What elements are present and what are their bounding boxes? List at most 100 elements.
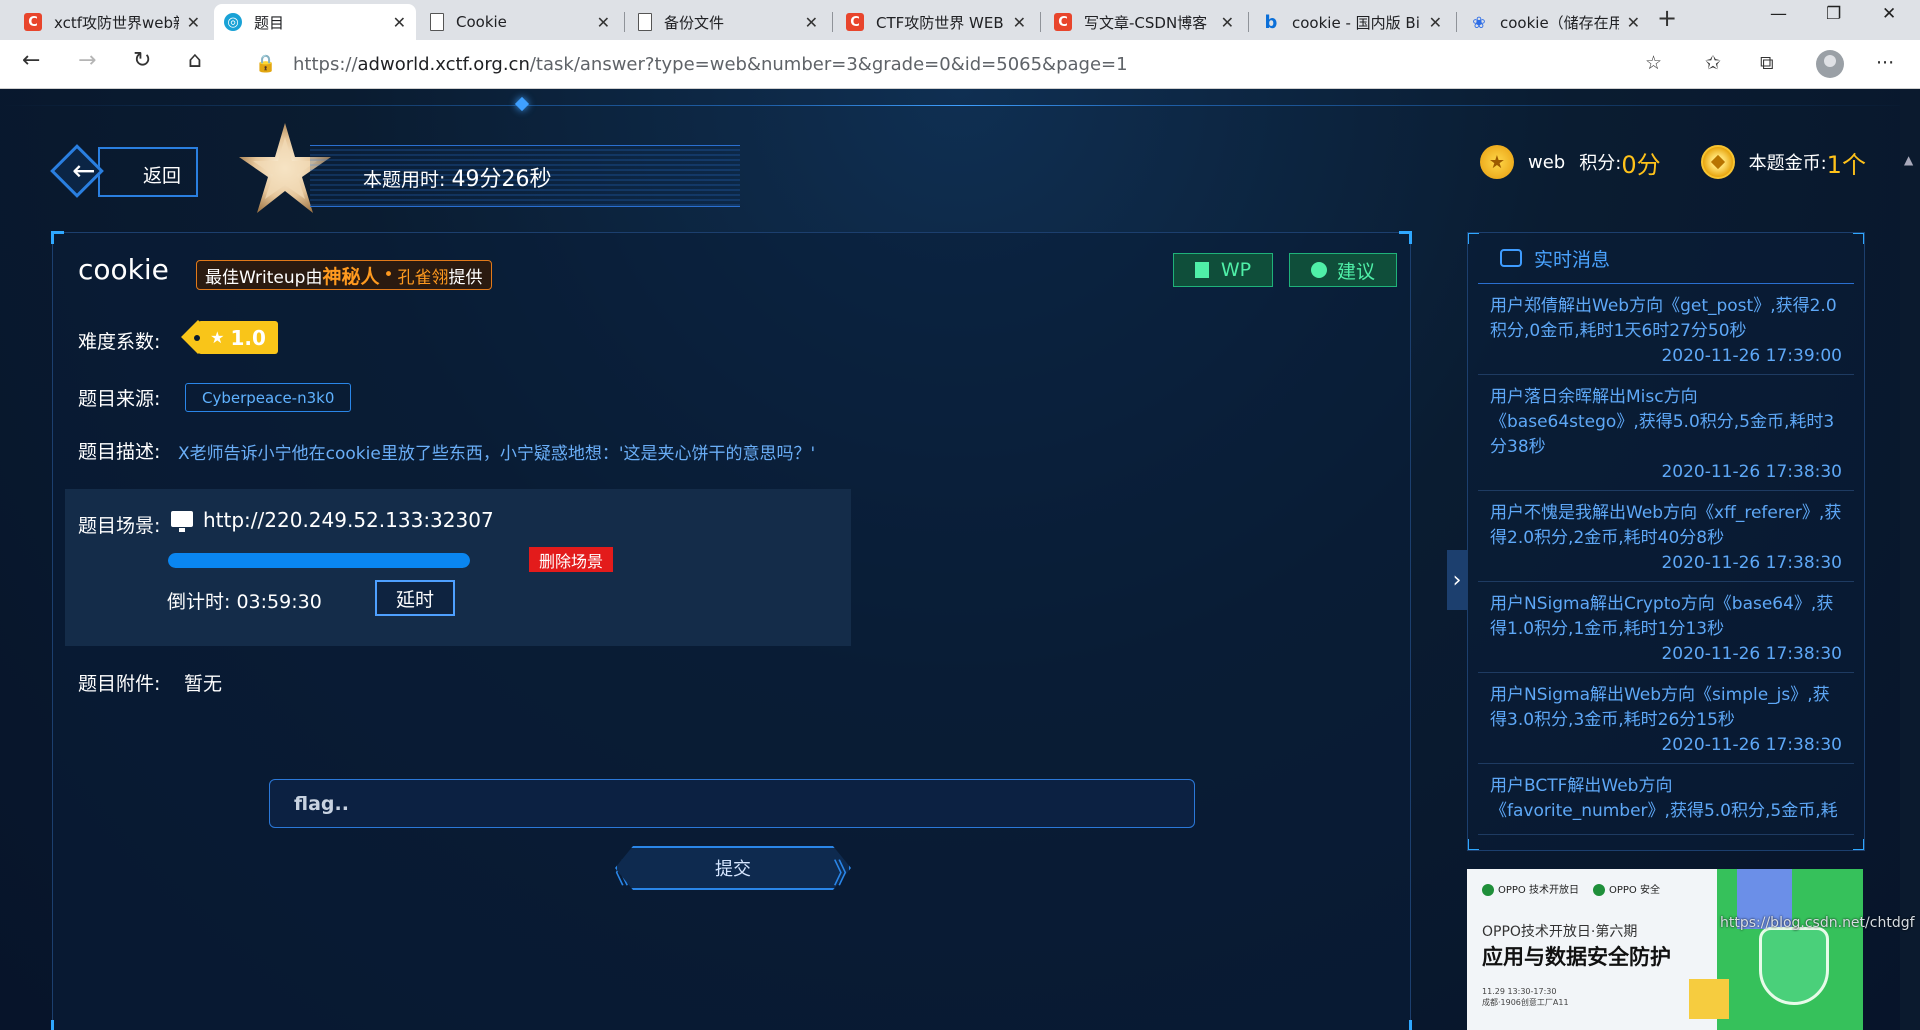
- watermark: https://blog.csdn.net/chtdgf: [1720, 915, 1915, 931]
- decor-line: [0, 105, 1920, 106]
- list-item: 用户落日余晖解出Misc方向《base64stego》,获得5.0积分,5金币,…: [1478, 375, 1854, 491]
- scroll-up-icon[interactable]: ▲: [1904, 153, 1913, 167]
- score-value: 0分: [1621, 150, 1661, 179]
- close-icon[interactable]: ✕: [187, 13, 200, 32]
- category-label: web: [1528, 151, 1566, 173]
- profile-avatar[interactable]: [1816, 50, 1844, 78]
- collections-icon[interactable]: ⧉: [1760, 52, 1774, 74]
- close-icon[interactable]: ✕: [393, 13, 406, 32]
- list-item: 用户郑倩解出Web方向《get_post》,获得2.0积分,0金币,耗时1天6时…: [1478, 284, 1854, 375]
- ad-subtitle: OPPO技术开放日·第六期: [1482, 924, 1638, 940]
- ad-graphic: [1689, 979, 1729, 1019]
- chevron-right-icon[interactable]: ›: [1447, 550, 1467, 610]
- news-time: 2020-11-26 17:38:30: [1661, 735, 1842, 755]
- tab-separator: [624, 12, 625, 32]
- coin-icon: [1700, 145, 1735, 179]
- close-icon[interactable]: ✕: [1221, 13, 1234, 32]
- task-panel: cookie 最佳Writeup由 神秘人 • 孔雀翎 提供 WP 建议 难度系…: [51, 231, 1412, 1030]
- baidu-icon: ❀: [1472, 12, 1486, 32]
- tab-bing[interactable]: b cookie - 国内版 Bi ✕: [1252, 4, 1452, 40]
- tab-title: 题目: [254, 13, 285, 32]
- corner-decor: [1853, 839, 1864, 850]
- ad-banner[interactable]: OPPO 技术开放日 OPPO 安全 OPPO技术开放日·第六期 应用与数据安全…: [1467, 869, 1863, 1030]
- best-writeup-badge[interactable]: 最佳Writeup由 神秘人 • 孔雀翎 提供: [196, 260, 492, 290]
- news-list: 用户郑倩解出Web方向《get_post》,获得2.0积分,0金币,耗时1天6时…: [1478, 284, 1854, 835]
- monitor-icon: [171, 511, 193, 532]
- scene-url[interactable]: http://220.249.52.133:32307: [203, 508, 494, 532]
- difficulty-label: 难度系数:: [78, 331, 161, 353]
- close-icon[interactable]: ✕: [805, 13, 818, 32]
- new-tab-button[interactable]: +: [1657, 4, 1677, 32]
- coins-value: 1个: [1826, 150, 1866, 179]
- difficulty-value: 1.0: [230, 325, 266, 350]
- corner-decor: [51, 1020, 64, 1030]
- tab-ctf-web[interactable]: C CTF攻防世界 WEB ✕: [836, 4, 1036, 40]
- news-text: 用户NSigma解出Crypto方向《base64》,获得1.0积分,1金币,耗…: [1490, 594, 1834, 639]
- submit-label: 提交: [715, 859, 751, 880]
- tab-xctf-web[interactable]: C xctf攻防世界web新 ✕: [14, 4, 210, 40]
- maximize-button[interactable]: ❐: [1826, 4, 1841, 24]
- flag-input[interactable]: [269, 779, 1195, 828]
- news-text: 用户郑倩解出Web方向《get_post》,获得2.0积分,0金币,耗时1天6时…: [1490, 296, 1837, 341]
- suggest-button-label: 建议: [1336, 260, 1375, 283]
- xctf-icon: ◎: [224, 13, 242, 31]
- more-menu-icon[interactable]: ···: [1876, 52, 1894, 74]
- tab-csdn-write[interactable]: C 写文章-CSDN博客 ✕: [1044, 4, 1244, 40]
- submit-button[interactable]: 《 》 提交: [601, 842, 865, 894]
- tab-cookie[interactable]: Cookie ✕: [420, 4, 620, 40]
- tab-title: Cookie: [456, 13, 507, 31]
- tab-title: 写文章-CSDN博客: [1084, 13, 1208, 32]
- tab-backup[interactable]: 备份文件 ✕: [628, 4, 828, 40]
- coins-label: 本题金币:: [1748, 153, 1827, 174]
- corner-decor: [1853, 233, 1864, 244]
- description-text: X老师告诉小宁他在cookie里放了些东西，小宁疑惑地想：'这是夹心饼干的意思吗…: [178, 444, 816, 464]
- wp-author: 神秘人: [322, 265, 380, 288]
- ad-time: 11.29 13:30-17:30: [1482, 987, 1557, 996]
- wp-button[interactable]: WP: [1173, 253, 1273, 287]
- ad-place: 成都·1906创意工厂A11: [1482, 998, 1569, 1007]
- delete-scene-button[interactable]: 删除场景: [529, 547, 614, 572]
- back-button[interactable]: ← 返回: [50, 144, 200, 200]
- url-field[interactable]: 🔒 https://adworld.xctf.org.cn/task/answe…: [235, 45, 1685, 83]
- scrollbar[interactable]: [1900, 89, 1920, 1030]
- news-panel: 实时消息 用户郑倩解出Web方向《get_post》,获得2.0积分,0金币,耗…: [1467, 232, 1865, 851]
- url-text: https://adworld.xctf.org.cn/task/answer?…: [293, 54, 1128, 75]
- close-icon[interactable]: ✕: [1627, 13, 1640, 32]
- refresh-icon[interactable]: ↻: [133, 48, 151, 73]
- scene-box: 题目场景: http://220.249.52.133:32307 删除场景 倒…: [65, 489, 851, 646]
- list-item: 用户不愧是我解出Web方向《xff_referer》,获得2.0积分,2金币,耗…: [1478, 491, 1854, 582]
- countdown-value: 03:59:30: [236, 591, 322, 613]
- close-icon[interactable]: ✕: [597, 13, 610, 32]
- list-item: 用户NSigma解出Web方向《simple_js》,获得3.0积分,3金币,耗…: [1478, 673, 1854, 764]
- task-title: cookie: [78, 253, 169, 286]
- close-icon[interactable]: ✕: [1013, 13, 1026, 32]
- csdn-icon: C: [24, 13, 42, 31]
- back-arrow-icon[interactable]: ←: [22, 48, 40, 73]
- favorite-star-icon[interactable]: ☆: [1645, 52, 1662, 74]
- attachment-label: 题目附件:: [78, 673, 161, 695]
- minimize-button[interactable]: —: [1770, 4, 1787, 24]
- csdn-icon: C: [1054, 13, 1072, 31]
- suggest-button[interactable]: 建议: [1289, 253, 1397, 287]
- url-path: /task/answer?type=web&number=3&grade=0&i…: [529, 53, 1128, 75]
- scene-progress-fill: [168, 553, 470, 568]
- tab-title: 备份文件: [664, 13, 725, 32]
- logo1-text: OPPO 技术开放日: [1498, 885, 1579, 896]
- tag-hole: [194, 335, 200, 341]
- favorites-list-icon[interactable]: ✩: [1705, 52, 1721, 74]
- attachment-value: 暂无: [184, 673, 223, 695]
- tab-title: xctf攻防世界web新: [54, 13, 179, 32]
- bing-icon: b: [1264, 11, 1278, 33]
- task-timer: 本题用时: 49分26秒: [363, 161, 551, 193]
- news-text: 用户NSigma解出Web方向《simple_js》,获得3.0积分,3金币,耗…: [1490, 685, 1830, 730]
- forward-arrow-icon[interactable]: →: [78, 48, 96, 73]
- news-time: 2020-11-26 17:38:30: [1661, 644, 1842, 664]
- tab-baidu[interactable]: ❀ cookie（储存在用 ✕: [1460, 4, 1650, 40]
- close-icon[interactable]: ✕: [1429, 13, 1442, 32]
- tab-task[interactable]: ◎ 题目 ✕: [214, 4, 416, 40]
- home-icon[interactable]: ⌂: [188, 48, 202, 73]
- extend-time-button[interactable]: 延时: [375, 580, 455, 616]
- news-text: 用户落日余晖解出Misc方向《base64stego》,获得5.0积分,5金币,…: [1490, 387, 1835, 457]
- close-window-button[interactable]: ✕: [1882, 4, 1896, 24]
- news-time: 2020-11-26 17:38:30: [1661, 553, 1842, 573]
